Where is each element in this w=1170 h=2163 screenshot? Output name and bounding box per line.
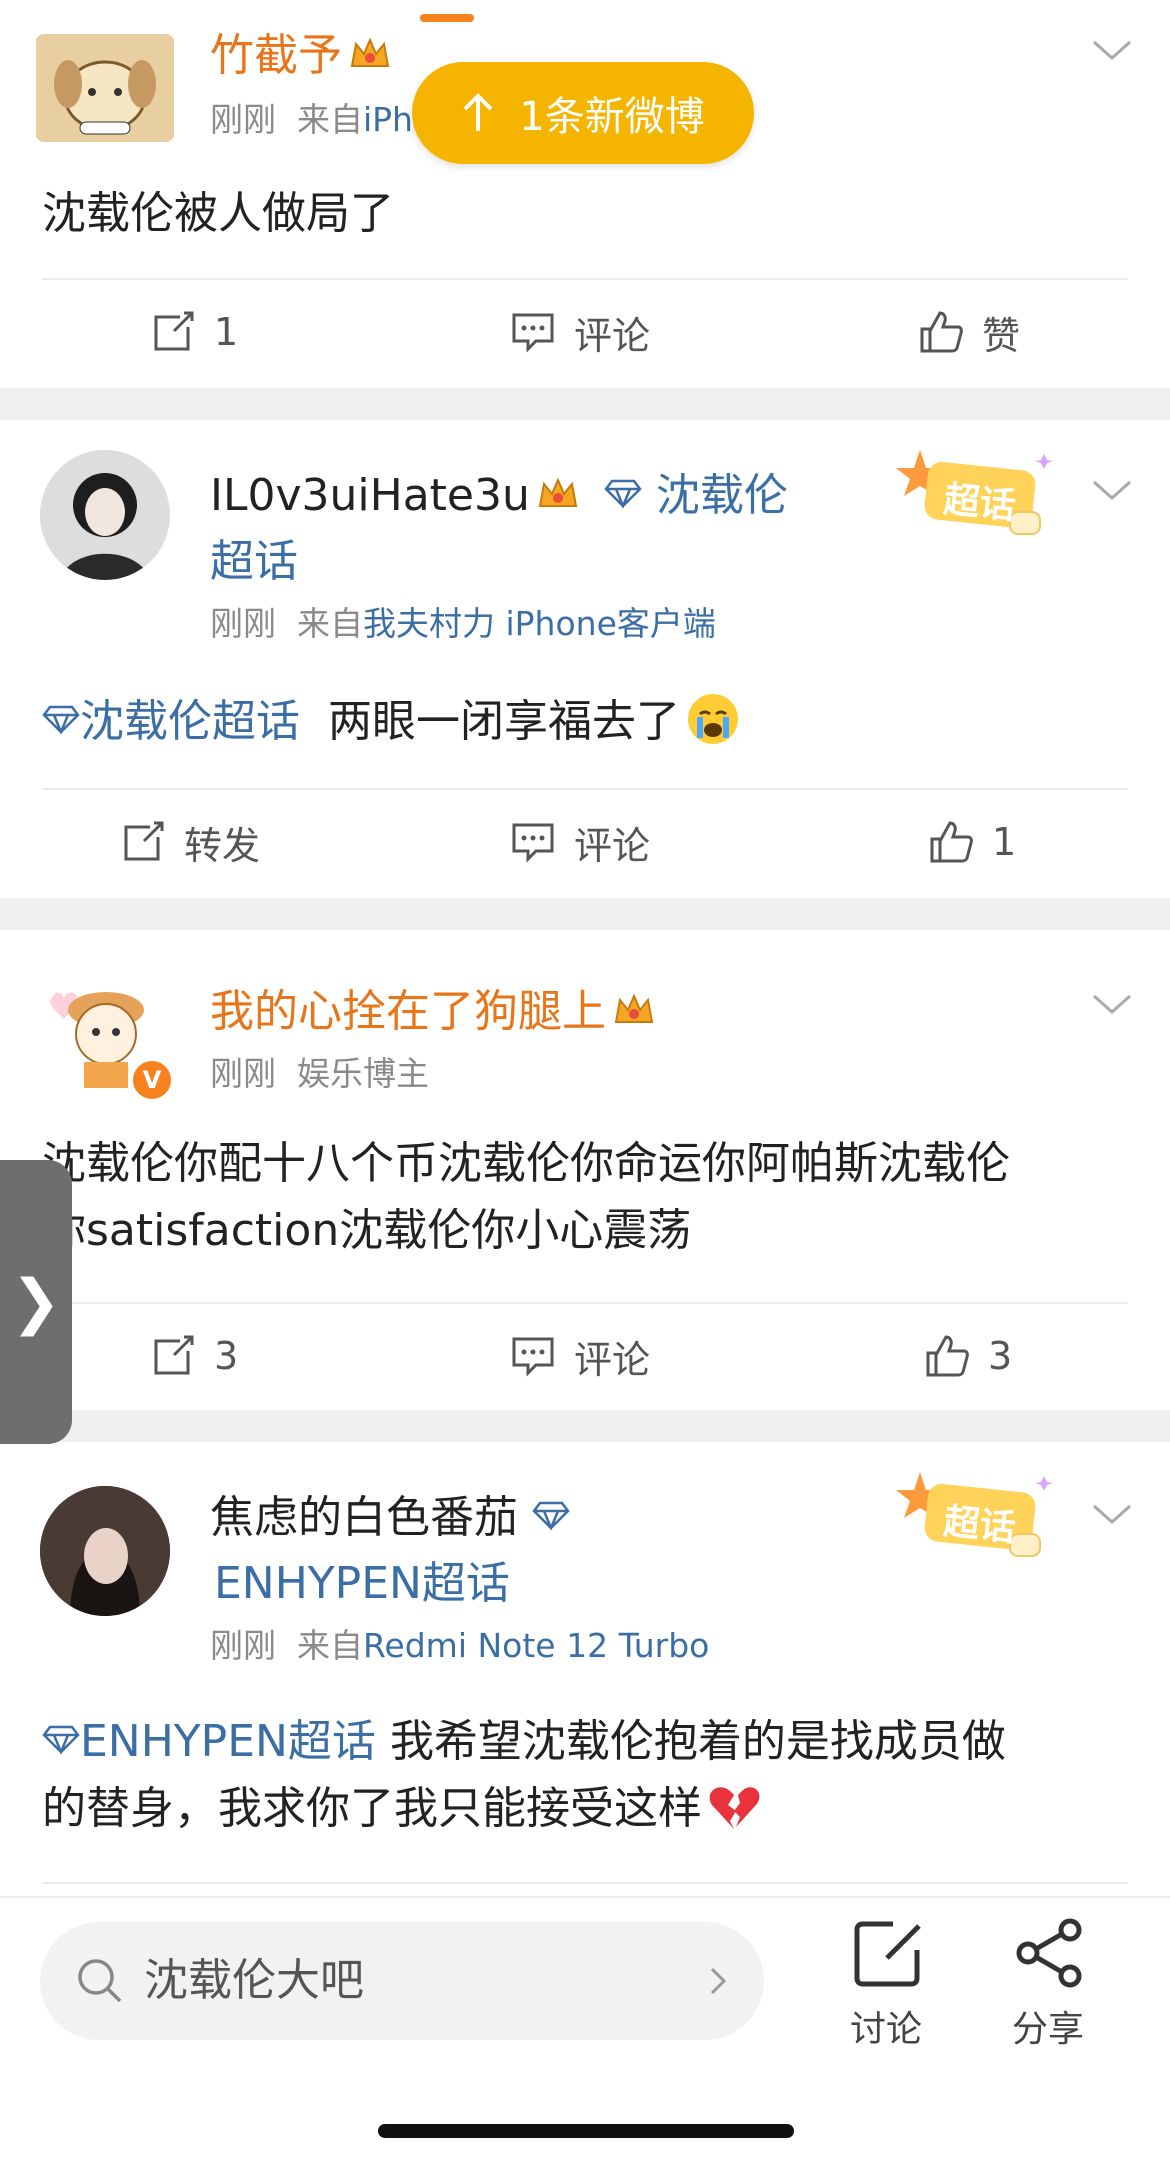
like-button[interactable]: 3	[924, 1306, 1012, 1406]
avatar[interactable]	[40, 1486, 170, 1616]
post-card: IL0v3uiHate3u 沈载伦 超话 刚刚 来自我夫村力 iPhone客户端…	[0, 420, 1170, 898]
search-icon	[78, 1959, 122, 2003]
action-bar: 1 评论 赞	[0, 282, 1170, 382]
post-meta: 刚刚 来自Redmi Note 12 Turbo	[210, 1626, 710, 1665]
share-icon	[1016, 1918, 1082, 1988]
discuss-button[interactable]: 讨论	[840, 1918, 940, 2050]
username[interactable]: 我的心拴在了狗腿上	[210, 984, 656, 1040]
post-card: 竹截予 刚刚 来自iPhone 1条新微博 沈载伦被人做局了 1 评论 赞	[0, 0, 1170, 388]
bottom-bar: 沈载伦大吧 讨论 分享	[0, 1896, 1170, 2163]
divider	[42, 788, 1128, 790]
edit-icon	[854, 1921, 921, 1987]
super-topic-badge[interactable]: 超话	[892, 1468, 1062, 1568]
crown-icon	[614, 993, 654, 1023]
comment-icon	[512, 313, 554, 353]
verified-icon: V	[130, 1058, 174, 1102]
repost-button[interactable]: 转发	[120, 792, 260, 892]
topic-link[interactable]: 沈载伦	[656, 470, 788, 521]
chevron-down-icon[interactable]	[1092, 38, 1132, 62]
thumbs-up-icon	[930, 821, 973, 863]
comment-button[interactable]: 评论	[510, 282, 650, 382]
post-card: 焦虑的白色番茄 ENHYPEN超话 刚刚 来自Redmi Note 12 Tur…	[0, 1442, 1170, 1902]
post-content: 沈载伦被人做局了	[42, 188, 394, 239]
search-bar[interactable]: 沈载伦大吧	[40, 1922, 764, 2040]
repost-button[interactable]: 1	[150, 282, 238, 382]
comment-icon	[512, 1337, 554, 1377]
share-button[interactable]: 分享	[1000, 1918, 1100, 2050]
repost-icon	[154, 1335, 194, 1375]
topic-link-continued[interactable]: 超话	[210, 534, 298, 590]
like-button[interactable]: 1	[928, 792, 1016, 892]
repost-button[interactable]: 3	[150, 1306, 238, 1406]
divider	[42, 1882, 1128, 1884]
repost-icon	[154, 311, 194, 351]
topic-hashtag[interactable]: ENHYPEN超话	[80, 1716, 376, 1767]
separator	[0, 898, 1170, 930]
action-bar: 转发 评论 1	[0, 792, 1170, 892]
side-expand-tab[interactable]: ❯	[0, 1160, 72, 1444]
post-card: V 我的心拴在了狗腿上 刚刚 娱乐博主 沈载伦你配十八个币沈载伦你命运你阿帕斯沈…	[0, 930, 1170, 1410]
post-meta: 刚刚 来自我夫村力 iPhone客户端	[210, 604, 716, 643]
arrow-up-icon	[463, 93, 493, 131]
diamond-icon	[532, 1501, 570, 1530]
avatar[interactable]	[40, 450, 170, 580]
topic-link[interactable]: ENHYPEN超话	[214, 1556, 510, 1612]
comment-button[interactable]: 评论	[510, 1306, 650, 1406]
comment-button[interactable]: 评论	[510, 792, 650, 892]
divider	[42, 278, 1128, 280]
divider	[42, 1302, 1128, 1304]
separator	[0, 388, 1170, 420]
crown-icon	[350, 37, 390, 67]
post-meta: 刚刚 娱乐博主	[210, 1054, 429, 1093]
avatar[interactable]	[36, 34, 174, 142]
username[interactable]: IL0v3uiHate3u 沈载伦	[210, 468, 788, 524]
like-button[interactable]: 赞	[918, 282, 1020, 382]
chevron-right-icon: ❯	[10, 1267, 62, 1337]
chevron-down-icon[interactable]	[1092, 478, 1132, 502]
new-posts-banner[interactable]: 1条新微博	[412, 62, 754, 164]
comment-icon	[512, 823, 554, 863]
topic-hashtag[interactable]: 沈载伦超话	[80, 696, 300, 747]
search-text: 沈载伦大吧	[144, 1955, 364, 2006]
chevron-down-icon[interactable]	[1092, 1502, 1132, 1526]
username[interactable]: 竹截予	[210, 28, 392, 84]
action-bar: 3 评论 3	[0, 1306, 1170, 1406]
diamond-icon	[42, 1725, 80, 1754]
super-topic-badge[interactable]: 超话	[892, 446, 1062, 546]
crown-icon	[538, 477, 578, 507]
repost-icon	[124, 821, 164, 861]
post-content: ENHYPEN超话 我希望沈载伦抱着的是找成员做 的替身，我求你了我只能接受这样	[42, 1716, 1006, 1834]
chevron-down-icon[interactable]	[1092, 992, 1132, 1016]
chevron-right-icon	[710, 1967, 727, 1995]
separator	[0, 1410, 1170, 1442]
post-content: 沈载伦你配十八个币沈载伦你命运你阿帕斯沈载伦 你satisfaction沈载伦你…	[42, 1138, 1010, 1256]
diamond-icon	[42, 705, 80, 734]
broken-heart-icon	[708, 1783, 760, 1831]
scroll-indicator	[420, 14, 474, 22]
crying-face-icon	[686, 692, 740, 746]
thumbs-up-icon	[920, 311, 963, 353]
diamond-icon	[604, 479, 642, 508]
thumbs-up-icon	[926, 1335, 969, 1377]
username[interactable]: 焦虑的白色番茄	[210, 1490, 570, 1546]
post-content: 沈载伦超话 两眼一闭享福去了	[42, 688, 1132, 755]
home-indicator	[378, 2124, 794, 2138]
